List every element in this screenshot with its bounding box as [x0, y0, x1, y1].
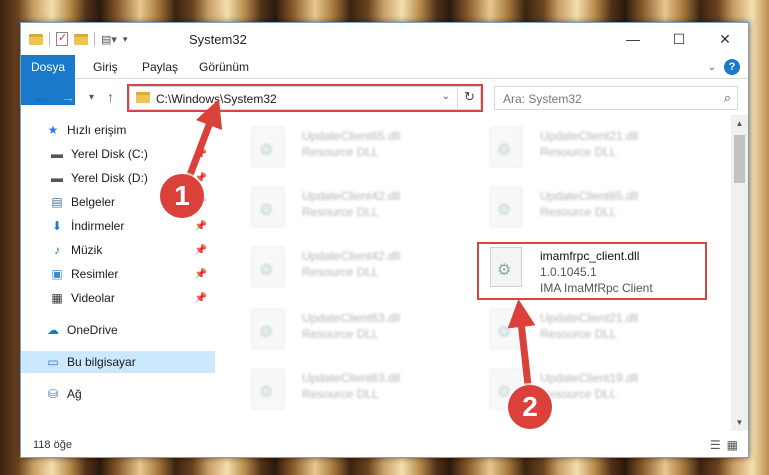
arrow-2 — [507, 299, 536, 389]
arrow-1 — [186, 98, 223, 179]
callout-badge-1: 1 — [160, 174, 204, 218]
annotation-arrows — [186, 98, 536, 389]
callout-badge-2: 2 — [508, 385, 552, 429]
